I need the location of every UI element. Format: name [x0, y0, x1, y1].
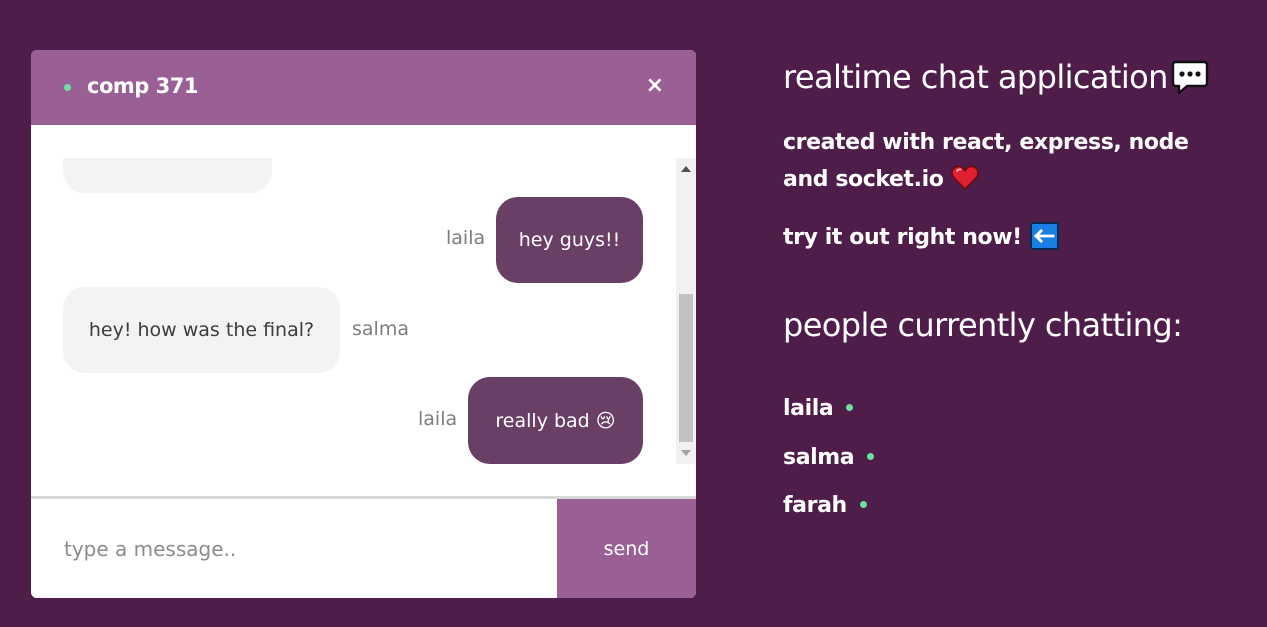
message-list[interactable]: laila hey guys!! hey! how was the final?… — [31, 158, 674, 464]
online-status-dot — [867, 453, 875, 460]
scroll-down-icon[interactable] — [681, 450, 691, 456]
message-sender: salma — [352, 318, 409, 340]
chat-window: comp 371 × laila hey guys!! hey! how was… — [31, 50, 696, 598]
message-scrollbar[interactable] — [676, 158, 696, 464]
online-user: laila — [783, 396, 854, 421]
user-name: laila — [783, 396, 834, 421]
online-status-dot — [64, 84, 71, 91]
speech-bubble-icon — [1171, 60, 1209, 95]
scroll-up-icon[interactable] — [681, 166, 691, 172]
online-user: farah — [783, 493, 867, 518]
message-bubble: hey guys!! — [496, 197, 643, 283]
heart-icon — [951, 165, 980, 190]
try-text: try it out right now! — [783, 225, 1022, 250]
left-arrow-icon — [1029, 222, 1059, 250]
app-description: created with react, express, node and so… — [783, 124, 1223, 198]
close-icon[interactable]: × — [646, 73, 664, 99]
message-sender: laila — [446, 227, 486, 249]
online-status-dot — [859, 501, 867, 508]
user-name: farah — [783, 493, 847, 518]
people-heading: people currently chatting: — [783, 306, 1183, 344]
app-title: realtime chat application — [783, 58, 1168, 96]
online-user: salma — [783, 445, 875, 470]
message-bubble: really bad 😢 — [468, 377, 643, 464]
online-status-dot — [846, 404, 854, 411]
chat-header: comp 371 × — [31, 50, 696, 125]
message-bubble: hey! how was the final? — [63, 287, 340, 373]
send-button[interactable]: send — [557, 499, 696, 598]
room-name: comp 371 — [87, 74, 198, 98]
try-it-line: try it out right now! — [783, 222, 1059, 250]
description-text: created with react, express, node and so… — [783, 130, 1189, 192]
scroll-thumb[interactable] — [679, 294, 693, 442]
message-bubble-partial — [63, 158, 272, 193]
message-input[interactable] — [31, 499, 557, 598]
message-sender: laila — [418, 408, 458, 430]
user-name: salma — [783, 445, 855, 470]
